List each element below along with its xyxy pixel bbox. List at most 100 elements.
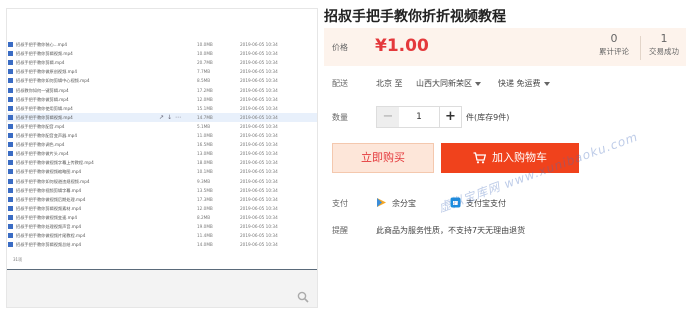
file-name: 招叔手把手教你做剪辑.mp4 bbox=[16, 96, 69, 102]
video-file-icon bbox=[8, 178, 13, 184]
file-size: 9.3MB bbox=[197, 178, 211, 184]
file-size: 10.0MB bbox=[197, 51, 213, 57]
file-size: 19.0MB bbox=[197, 224, 213, 229]
delivery-region-select[interactable]: 山西大同新荣区 bbox=[416, 78, 481, 89]
file-name: 招叔手把手教你做视频后期处理.mp4 bbox=[16, 196, 86, 202]
file-name: 招叔手把手教你做视频缩略图.mp4 bbox=[16, 169, 82, 175]
file-row[interactable]: 招叔手把手教你视频剪辑字幕.mp4 13.5MB 2019-06-05 10:34 bbox=[7, 186, 317, 195]
payment-option-1[interactable]: 余分宝 bbox=[392, 198, 416, 209]
file-row[interactable]: 招叔教你如何一键剪辑.mp4 17.2MB 2019-06-05 10:34 bbox=[7, 86, 317, 95]
file-row[interactable]: 招叔手把手教你处理视频声音.mp4 19.0MB 2019-06-05 10:34 bbox=[7, 222, 317, 231]
video-file-icon bbox=[8, 224, 13, 229]
file-row[interactable]: 招叔手把手教你剪辑视频总结.mp4 14.0MB 2019-06-05 10:34 bbox=[7, 240, 317, 249]
file-row[interactable]: 招叔手把手教你做片头.mp4 13.0MB 2019-06-05 10:34 bbox=[7, 149, 317, 158]
stock-info: 件(库存9件) bbox=[466, 113, 510, 122]
file-name: 招叔手把手教你做原创视频.mp4 bbox=[16, 69, 77, 75]
file-row[interactable]: 招叔手把手教你调色.mp4 16.5MB 2019-06-05 10:34 bbox=[7, 140, 317, 149]
file-row[interactable]: 招叔手把手教你做视频片尾教程.mp4 11.4MB 2019-06-05 10:34 bbox=[7, 231, 317, 240]
file-size: 14.0MB bbox=[197, 242, 213, 248]
file-date: 2019-06-05 10:34 bbox=[240, 78, 278, 84]
product-title: 招叔手把手教你折折视频教程 bbox=[324, 9, 506, 25]
zoom-icon[interactable] bbox=[297, 291, 309, 303]
video-file-icon bbox=[8, 123, 13, 129]
file-size: 7.7MB bbox=[197, 69, 211, 75]
video-file-icon bbox=[8, 114, 13, 120]
file-date: 2019-06-05 10:34 bbox=[240, 60, 278, 66]
video-file-icon bbox=[8, 187, 13, 193]
qty-label: 数量 bbox=[332, 113, 348, 122]
file-row[interactable]: 招叔手把手教你如何规避违规视频.mp4 9.3MB 2019-06-05 10:34 bbox=[7, 177, 317, 186]
file-name: 招叔手把手教你装心...mp4 bbox=[16, 42, 68, 47]
file-date: 2019-06-05 10:34 bbox=[240, 69, 278, 75]
file-row[interactable]: 招叔手把手教你配音.mp4 5.1MB 2019-06-05 10:34 bbox=[7, 122, 317, 131]
file-name: 招叔手把手教你做片头.mp4 bbox=[16, 151, 69, 157]
price-panel: 价格 ¥1.00 0 累计评论 1 交易成功 bbox=[324, 28, 686, 66]
file-row[interactable]: 招叔手把手教你装心...mp4 10.0MB 2019-06-05 10:34 bbox=[7, 40, 317, 49]
file-row[interactable]: 招叔手把手教你做视频变速.mp4 8.2MB 2019-06-05 10:34 bbox=[7, 213, 317, 222]
row-actions-icon[interactable]: ↗↓⋯ bbox=[159, 113, 184, 122]
file-size: 10.1MB bbox=[197, 169, 213, 175]
reviews-label: 累计评论 bbox=[599, 47, 629, 56]
file-row[interactable]: 招叔手把手教你剪辑.mp4 20.7MB 2019-06-05 10:34 bbox=[7, 58, 317, 67]
file-count: 31项 bbox=[13, 257, 23, 262]
file-name: 招叔手把手教你剪辑.mp4 bbox=[16, 60, 65, 66]
file-size: 8.2MB bbox=[197, 214, 211, 220]
file-name: 招叔手把手教你如何剪辑中心视频.mp4 bbox=[16, 78, 90, 84]
file-row[interactable]: 招叔手把手教你剪辑视频素材.mp4 12.0MB 2019-06-05 10:34 bbox=[7, 204, 317, 213]
file-date: 2019-06-05 10:34 bbox=[240, 214, 278, 220]
qty-input[interactable]: 1 bbox=[399, 107, 439, 127]
notice-text: 此商品为服务性质，不支持7天无理由退货 bbox=[376, 226, 526, 235]
file-row[interactable]: 招叔手把手教你做原创视频.mp4 7.7MB 2019-06-05 10:34 bbox=[7, 67, 317, 76]
shipping-select[interactable]: 快递 免运费 bbox=[498, 78, 550, 89]
video-file-icon bbox=[8, 233, 13, 239]
file-size: 17.2MB bbox=[197, 87, 213, 93]
price-value: ¥1.00 bbox=[375, 36, 429, 56]
file-row[interactable]: 招叔手把手教你做视频缩略图.mp4 10.1MB 2019-06-05 10:34 bbox=[7, 167, 317, 176]
file-date: 2019-06-05 10:34 bbox=[240, 178, 278, 184]
video-file-icon bbox=[8, 242, 13, 248]
file-name: 招叔手把手教你使用剪辑.mp4 bbox=[16, 105, 73, 111]
notice-label: 提醒 bbox=[332, 226, 348, 235]
file-name: 招叔手把手教你处理视频声音.mp4 bbox=[16, 224, 82, 229]
file-size: 18.0MB bbox=[197, 160, 213, 166]
file-date: 2019-06-05 10:34 bbox=[240, 114, 278, 120]
file-date: 2019-06-05 10:34 bbox=[240, 187, 278, 193]
file-row[interactable]: 招叔手把手教你配音变声器.mp4 11.0MB 2019-06-05 10:34 bbox=[7, 131, 317, 140]
file-size: 20.7MB bbox=[197, 60, 213, 66]
yufenbao-icon bbox=[377, 198, 386, 207]
video-file-icon bbox=[8, 160, 13, 166]
file-row[interactable]: 招叔手把手教你做视频后期处理.mp4 17.3MB 2019-06-05 10:34 bbox=[7, 195, 317, 204]
file-row[interactable]: 招叔手把手教你做剪辑.mp4 12.0MB 2019-06-05 10:34 bbox=[7, 95, 317, 104]
video-file-icon bbox=[8, 78, 13, 84]
sales-count: 1 bbox=[660, 32, 668, 45]
file-size: 15.1MB bbox=[197, 105, 213, 111]
video-file-icon bbox=[8, 214, 13, 220]
shipping-method: 快递 免运费 bbox=[498, 79, 541, 88]
buy-now-button[interactable]: 立即购买 bbox=[332, 143, 434, 173]
file-row[interactable]: 招叔手把手教你做视频字幕上传教程.mp4 18.0MB 2019-06-05 10:… bbox=[7, 158, 317, 167]
quantity-stepper: − 1 + bbox=[376, 106, 462, 128]
reviews-stat[interactable]: 0 累计评论 bbox=[592, 32, 636, 58]
file-size: 12.0MB bbox=[197, 205, 213, 211]
file-date: 2019-06-05 10:34 bbox=[240, 196, 278, 202]
qty-decrease-button[interactable]: − bbox=[377, 107, 399, 127]
file-row[interactable]: 招叔手把手教你剪辑视频.mp4 14.7MB 2019-06-05 10:34 ↗↓⋯ bbox=[7, 112, 317, 122]
chevron-down-icon bbox=[543, 81, 550, 86]
file-size: 17.3MB bbox=[197, 196, 213, 202]
file-row[interactable]: 招叔手把手教你使用剪辑.mp4 15.1MB 2019-06-05 10:34 bbox=[7, 104, 317, 113]
file-size: 11.0MB bbox=[197, 133, 213, 138]
reviews-count: 0 bbox=[610, 32, 618, 45]
delivery-region: 山西大同新荣区 bbox=[416, 79, 472, 88]
file-date: 2019-06-05 10:34 bbox=[240, 233, 278, 239]
file-name: 招叔手把手教你调色.mp4 bbox=[16, 142, 65, 148]
file-row[interactable]: 招叔手把手教你如何剪辑中心视频.mp4 8.5MB 2019-06-05 10:34 bbox=[7, 76, 317, 85]
qty-increase-button[interactable]: + bbox=[439, 107, 461, 127]
video-file-icon bbox=[8, 87, 13, 93]
product-image[interactable]: 招叔手把手教你装心...mp4 10.0MB 2019-06-05 10:34 招叔手… bbox=[6, 8, 318, 308]
file-row[interactable]: 招叔手把手教你剪辑视频.mp4 10.0MB 2019-06-05 10:34 bbox=[7, 49, 317, 58]
video-file-icon bbox=[8, 151, 13, 157]
cart-icon bbox=[473, 152, 486, 164]
file-name: 招叔手把手教你做视频变速.mp4 bbox=[16, 214, 77, 220]
stat-divider bbox=[640, 36, 641, 60]
file-size: 13.5MB bbox=[197, 187, 213, 193]
